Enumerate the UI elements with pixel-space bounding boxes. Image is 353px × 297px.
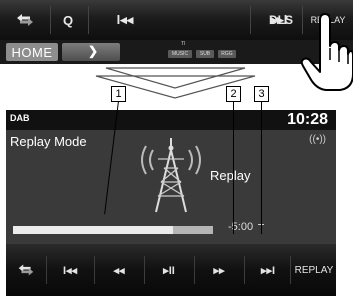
- search-button[interactable]: Q: [52, 0, 84, 40]
- replay-button[interactable]: REPLAY: [292, 252, 336, 288]
- swap-arrows-icon: [18, 264, 34, 276]
- rewind-button[interactable]: ◂◂: [98, 252, 140, 288]
- callout-1: 1: [111, 86, 126, 102]
- divider: [88, 6, 89, 34]
- sub-chip: SUB: [196, 50, 214, 58]
- swap-arrows-icon: [17, 14, 33, 26]
- next-track-button[interactable]: ▸▸I: [248, 252, 288, 288]
- divider: [94, 256, 95, 284]
- divider: [194, 256, 195, 284]
- replay-remaining-time: -5:00: [228, 221, 254, 233]
- divider: [46, 256, 47, 284]
- mode-swap-button[interactable]: [4, 0, 46, 40]
- divider: [290, 256, 291, 284]
- divider: [250, 6, 251, 34]
- skip-next-icon: ▸▸I: [260, 264, 276, 277]
- skip-previous-icon: I◂◂: [116, 12, 134, 27]
- home-button[interactable]: HOME: [6, 43, 58, 61]
- skip-previous-icon: I◂◂: [62, 264, 78, 277]
- mode-swap-button[interactable]: [8, 252, 44, 288]
- previous-button[interactable]: I◂◂: [96, 0, 154, 40]
- previous-track-button[interactable]: I◂◂: [50, 252, 90, 288]
- replay-status-label: Replay: [210, 168, 251, 183]
- music-chip: MUSIC: [168, 50, 192, 58]
- rgg-chip: RGG: [218, 50, 236, 58]
- next-page-button[interactable]: ❯: [62, 43, 120, 61]
- callout-2: 2: [226, 86, 241, 102]
- content-area: Replay Mode ((•)) Replay -5:00: [6, 130, 336, 244]
- rewind-icon: ◂◂: [113, 264, 125, 277]
- main-screen: DAB 10:28 Replay Mode ((•)) Replay -5:00: [6, 110, 336, 296]
- leader-line-2: [233, 101, 234, 234]
- leader-line-3: [261, 101, 262, 234]
- source-label: DAB: [10, 113, 30, 123]
- divider: [244, 256, 245, 284]
- bottom-control-bar: I◂◂ ◂◂ ▸II ▸▸ ▸▸I REPLAY: [6, 244, 336, 296]
- play-pause-button[interactable]: ▸II: [148, 252, 190, 288]
- fast-forward-button[interactable]: ▸▸: [198, 252, 240, 288]
- ti-indicator: TI: [181, 41, 186, 47]
- replay-mode-label: Replay Mode: [10, 134, 87, 149]
- play-pause-icon: ▸II: [163, 264, 175, 277]
- progress-fill: [13, 226, 173, 234]
- callout-3: 3: [254, 86, 269, 102]
- status-bar: DAB 10:28: [6, 110, 336, 130]
- fast-forward-icon: ▸▸: [213, 264, 225, 277]
- progress-buffer: [173, 226, 213, 234]
- broadcast-tower-icon: [141, 138, 201, 213]
- replay-label: REPLAY: [294, 264, 334, 276]
- clock: 10:28: [287, 111, 328, 128]
- divider: [144, 256, 145, 284]
- callout-arrow: [95, 67, 256, 99]
- dls-label: DLS: [269, 13, 293, 27]
- dls-button[interactable]: DLS: [262, 0, 300, 40]
- divider: [50, 6, 51, 34]
- chevron-right-icon: ❯: [88, 44, 99, 58]
- replay-progress-bar[interactable]: [13, 226, 213, 234]
- signal-icon: ((•)): [309, 134, 326, 145]
- search-icon: Q: [62, 12, 74, 28]
